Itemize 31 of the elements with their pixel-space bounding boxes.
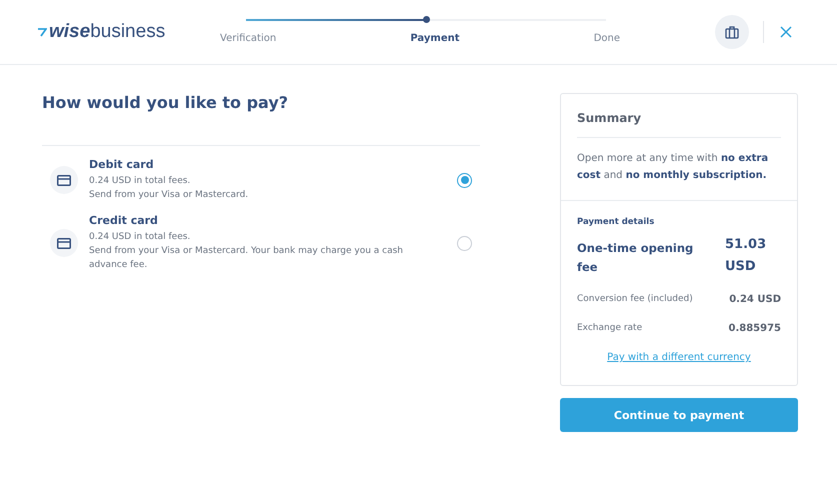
- option-title: Debit card: [89, 158, 155, 171]
- option-description: 0.24 USD in total fees.: [89, 175, 192, 188]
- detail-label: Conversion fee (included): [577, 294, 693, 305]
- radio-button[interactable]: [457, 236, 472, 250]
- detail-value: 0.885975: [728, 323, 781, 334]
- currency-link[interactable]: Pay with a different currency: [577, 352, 781, 363]
- logo: wisebusiness: [49, 21, 166, 43]
- logo-icon: [37, 28, 47, 36]
- details-heading: Payment details: [577, 217, 656, 227]
- close-icon: [780, 26, 792, 38]
- briefcase-button[interactable]: [715, 15, 749, 49]
- step-label: Payment: [410, 32, 460, 44]
- fee-label: One-time opening fee: [577, 240, 694, 276]
- radio-button[interactable]: [457, 172, 472, 188]
- option-title: Credit card: [89, 214, 159, 227]
- credit-card-icon: [57, 174, 71, 186]
- step-label: Done: [594, 32, 620, 44]
- option-description: Send from your Visa or Mastercard. Your bank may charge you a cash advance fee.: [89, 245, 404, 272]
- summary-title: Summary: [577, 111, 781, 138]
- option-description: Send from your Visa or Mastercard.: [89, 189, 250, 202]
- briefcase-icon: [725, 26, 739, 38]
- page-title: How would you like to pay?: [42, 93, 290, 112]
- step-label: Verification: [220, 32, 276, 44]
- detail-label: Exchange rate: [577, 323, 642, 334]
- fee-amount: 51.03 USD: [725, 236, 768, 276]
- progress-dot: [423, 16, 430, 22]
- detail-value: 0.24 USD: [729, 294, 781, 305]
- credit-card-icon: [57, 238, 71, 248]
- continue-button[interactable]: Continue to payment: [560, 398, 798, 432]
- option-description: 0.24 USD in total fees.: [89, 231, 192, 244]
- summary-note: Open more at any time with no extra cost and no monthly subscription.: [577, 152, 770, 183]
